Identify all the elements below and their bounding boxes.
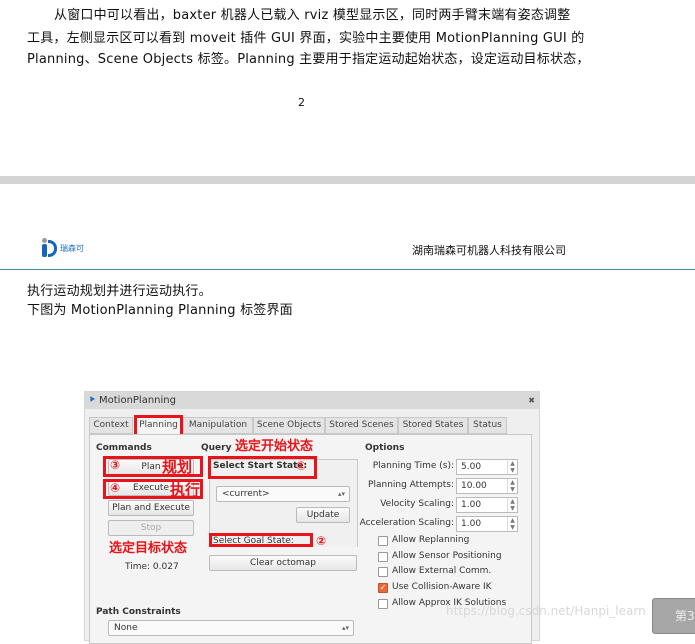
allow-external-comm-checkbox[interactable] (378, 567, 388, 577)
collision-aware-ik-checkbox[interactable]: ✓ (378, 583, 388, 593)
logo-icon (42, 238, 58, 258)
spinner-icon[interactable]: ▲ ▼ (507, 498, 517, 512)
allow-replanning-label: Allow Replanning (392, 535, 470, 545)
path-constraints-heading: Path Constraints (96, 607, 181, 617)
planning-time-readout: Time: 0.027 (125, 562, 179, 572)
goal-state-highlight (209, 533, 313, 547)
paragraph-line-3: Planning、Scene Objects 标签。Planning 主要用于指… (27, 52, 590, 67)
approx-ik-checkbox[interactable] (378, 599, 388, 609)
tab-manipulation[interactable]: Manipulation (183, 417, 253, 434)
page-number: 2 (298, 96, 305, 109)
spinner-icon[interactable]: ▲ ▼ (507, 517, 517, 531)
options-heading: Options (365, 443, 405, 453)
planning-attempts-input[interactable]: 10.00 ▲ ▼ (456, 478, 518, 494)
path-constraints-value: None (114, 623, 138, 633)
allow-sensor-positioning-checkbox[interactable] (378, 552, 388, 562)
velocity-scaling-input[interactable]: 1.00 ▲ ▼ (456, 497, 518, 513)
paragraph-line-4: 执行运动规划并进行运动执行。 (27, 284, 212, 299)
planning-time-value: 5.00 (461, 462, 482, 472)
spinner-icon[interactable]: ▲ ▼ (507, 479, 517, 493)
spinner-arrows-icon: ▴▾ (341, 624, 349, 632)
watermark: https://blog.csdn.net/Hanpi_learn (446, 604, 646, 618)
planning-time-label: Planning Time (s): (372, 461, 454, 471)
query-heading: Query (201, 443, 232, 453)
spinner-arrows-icon: ▴▾ (337, 490, 345, 498)
tab-stored-states[interactable]: Stored States (398, 417, 468, 434)
annotation-3: ③ (110, 458, 121, 472)
rviz-icon: ⯈ (88, 395, 96, 406)
tab-stored-scenes[interactable]: Stored Scenes (325, 417, 398, 434)
page-separator (0, 176, 695, 184)
spinner-icon[interactable]: ▲ ▼ (507, 460, 517, 474)
planning-attempts-label: Planning Attempts: (368, 480, 454, 490)
logo-text: 瑞森可 (60, 244, 84, 253)
acceleration-scaling-label: Acceleration Scaling: (359, 518, 454, 528)
planning-attempts-value: 10.00 (461, 481, 487, 491)
allow-replanning-checkbox[interactable] (378, 536, 388, 546)
collision-aware-ik-label: Use Collision-Aware IK (392, 582, 492, 592)
annotation-select-goal: 选定目标状态 (109, 541, 188, 556)
plan-and-execute-button[interactable]: Plan and Execute (108, 500, 194, 516)
start-state-select[interactable]: <current> ▴▾ (216, 486, 350, 502)
stop-button[interactable]: Stop (108, 520, 194, 536)
header-rule (0, 269, 695, 270)
commands-heading: Commands (96, 443, 152, 453)
annotation-4: ④ (110, 481, 121, 495)
tab-scene-objects[interactable]: Scene Objects (253, 417, 325, 434)
window-titlebar: ⯈ MotionPlanning ✖ (85, 392, 539, 409)
annotation-1: ① (296, 459, 307, 473)
tab-context[interactable]: Context (89, 417, 133, 434)
paragraph-line-5: 下图为 MotionPlanning Planning 标签界面 (27, 303, 293, 318)
planning-time-input[interactable]: 5.00 ▲ ▼ (456, 459, 518, 475)
update-button[interactable]: Update (296, 507, 350, 523)
allow-sensor-positioning-label: Allow Sensor Positioning (392, 551, 502, 561)
paragraph-line-2: 工具，左侧显示区可以看到 moveit 插件 GUI 界面，实验中主要使用 Mo… (27, 31, 585, 46)
tab-status[interactable]: Status (468, 417, 507, 434)
acceleration-scaling-input[interactable]: 1.00 ▲ ▼ (456, 516, 518, 532)
close-icon[interactable]: ✖ (528, 392, 535, 409)
clear-octomap-button[interactable]: Clear octomap (209, 555, 357, 571)
page-badge[interactable]: 第3 (652, 598, 695, 634)
start-state-value: <current> (222, 489, 270, 499)
allow-external-comm-label: Allow External Comm. (392, 566, 492, 576)
paragraph-line-1: 从窗口中可以看出，baxter 机器人已载入 rviz 模型显示区，同时两手臂末… (54, 8, 571, 23)
company-name: 湖南瑞森可机器人科技有限公司 (412, 244, 566, 257)
annotation-plan: 规划 (162, 458, 193, 476)
annotation-2: ② (316, 534, 327, 548)
annotation-select-start: 选定开始状态 (235, 439, 314, 454)
velocity-scaling-value: 1.00 (461, 500, 482, 510)
velocity-scaling-label: Velocity Scaling: (380, 499, 454, 509)
acceleration-scaling-value: 1.00 (461, 519, 482, 529)
annotation-execute: 执行 (170, 481, 201, 499)
window-title: MotionPlanning (99, 395, 176, 406)
